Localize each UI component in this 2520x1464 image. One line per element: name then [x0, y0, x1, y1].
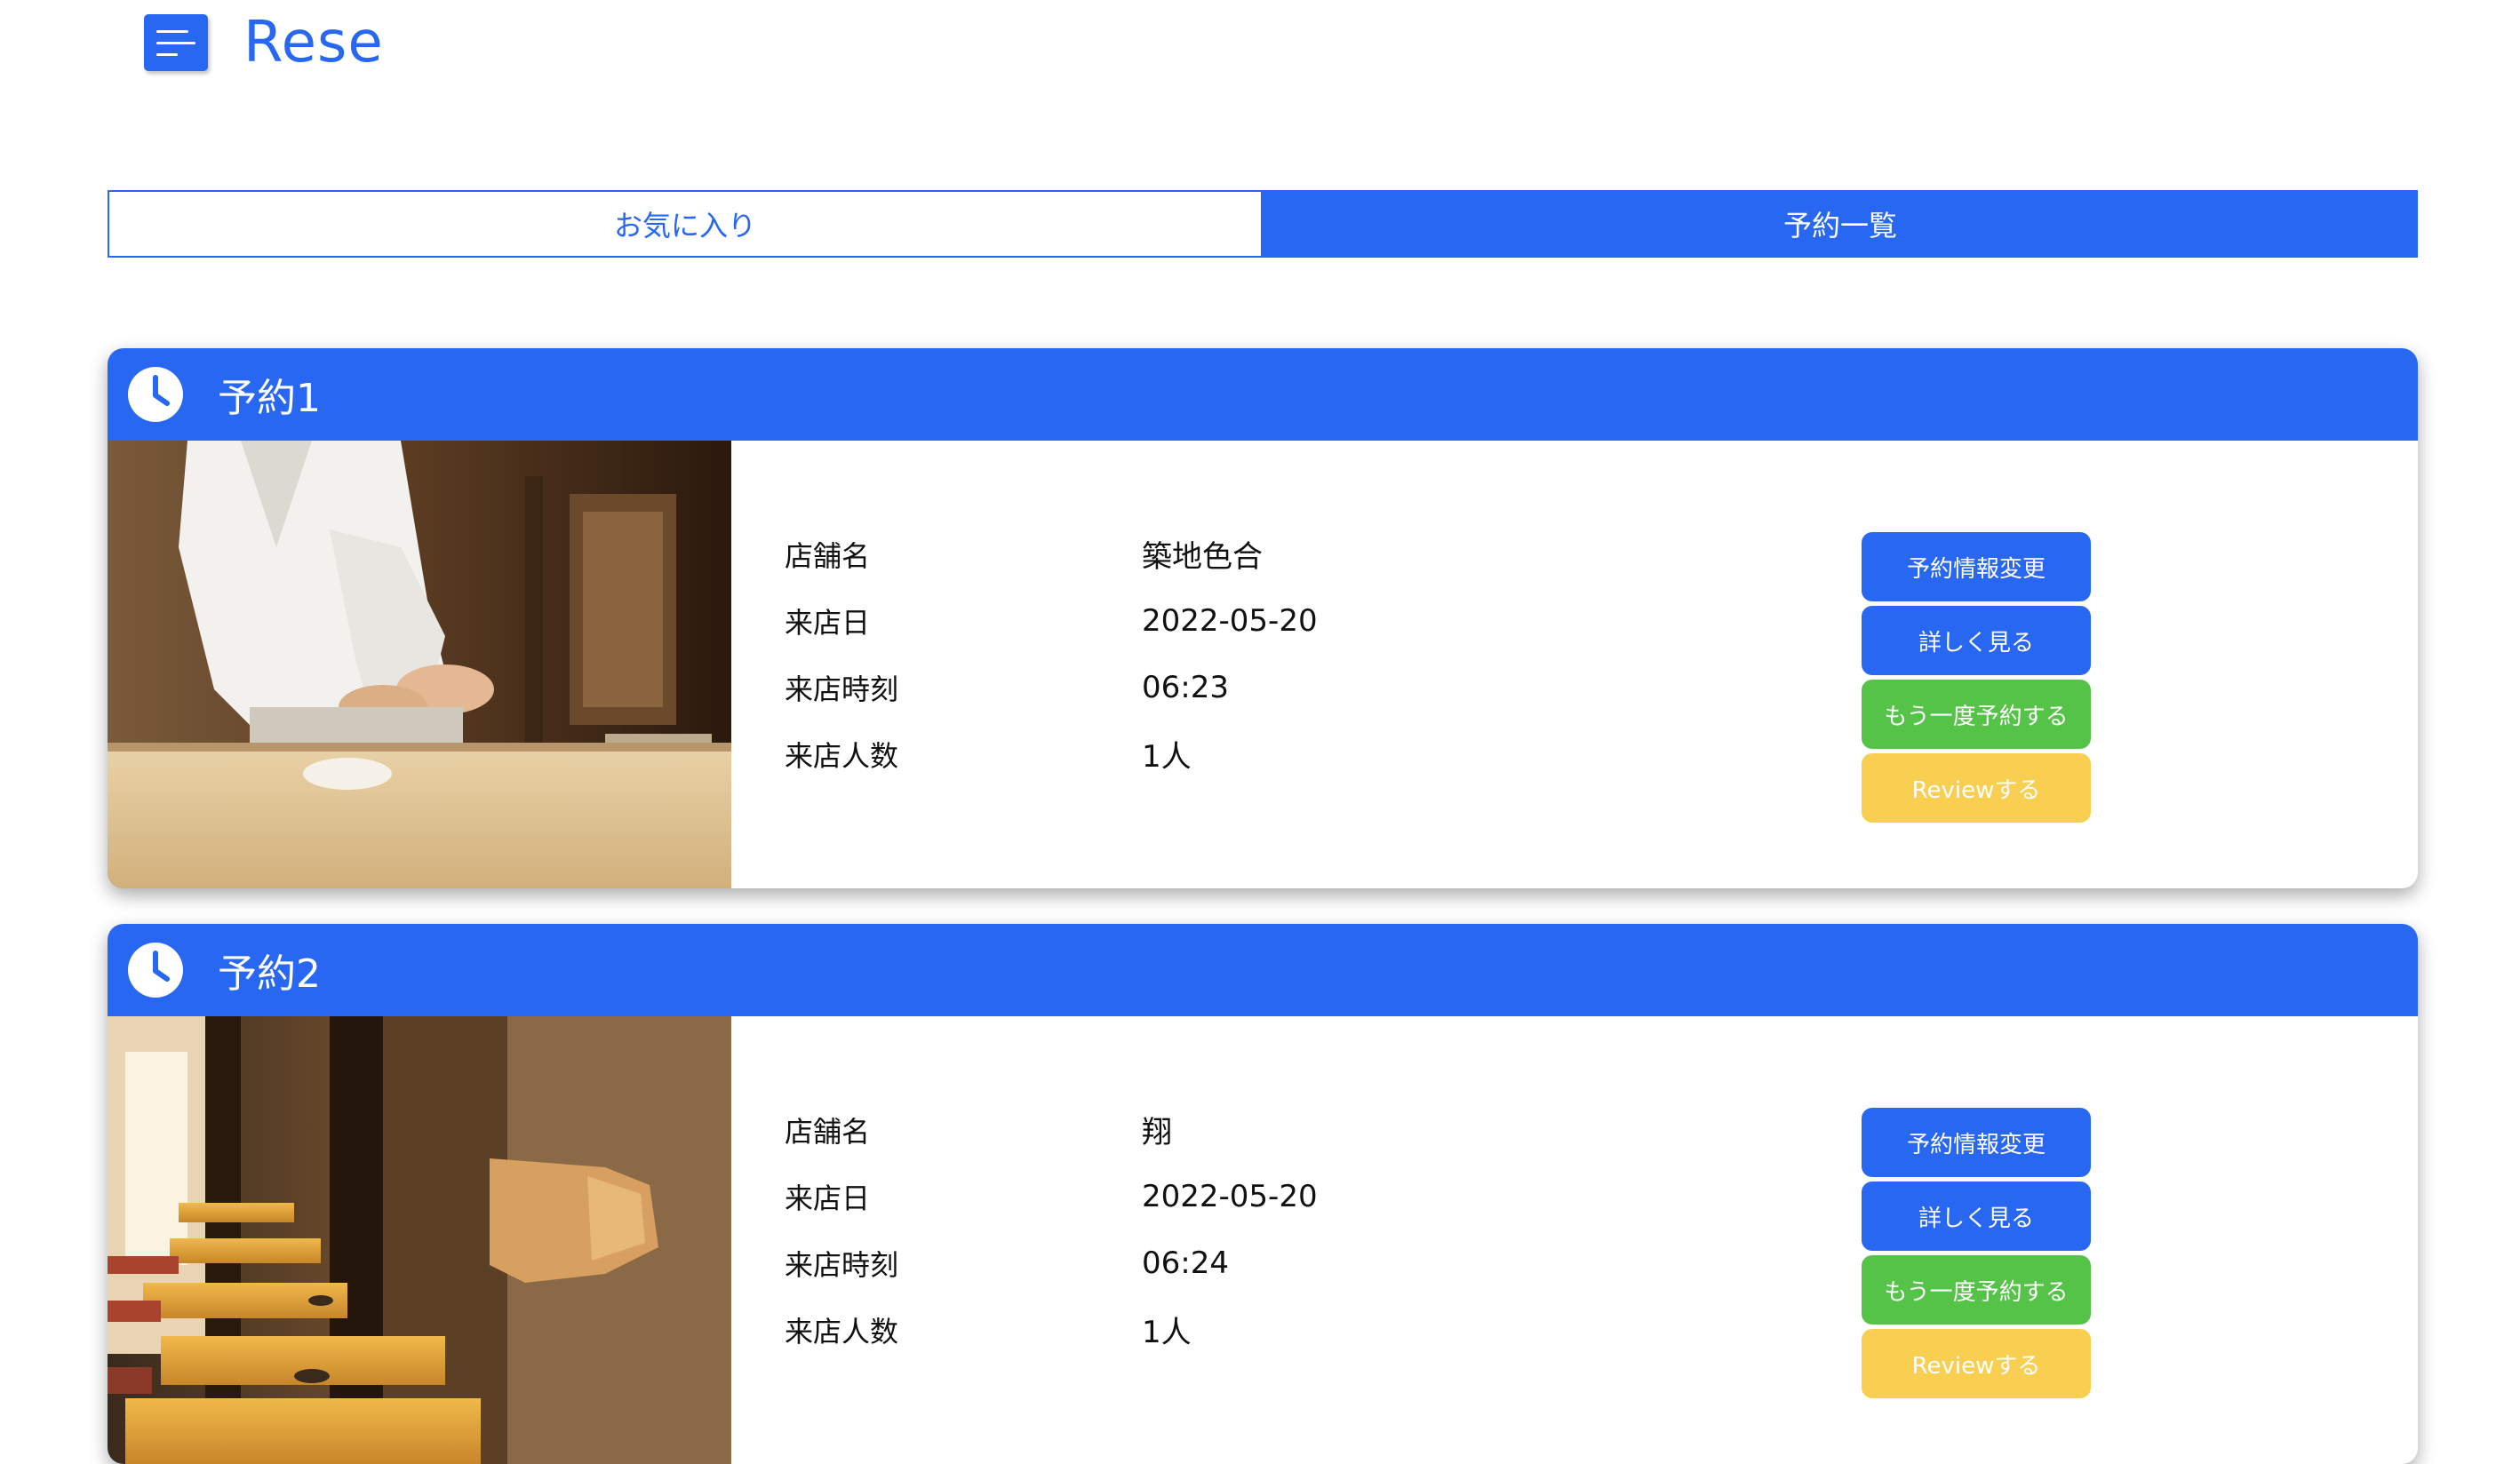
app-header: Rese: [144, 9, 384, 76]
number-label: 来店人数: [785, 1314, 899, 1349]
app-logo[interactable]: Rese: [243, 10, 384, 76]
number-row: 来店人数 1人: [785, 1296, 1318, 1363]
date-label: 来店日: [785, 1181, 871, 1215]
rebook-button[interactable]: もう一度予約する: [1862, 680, 2091, 749]
review-button[interactable]: Reviewする: [1862, 1329, 2091, 1398]
tab-reservations[interactable]: 予約一覧: [1263, 190, 2418, 258]
number-row: 来店人数 1人: [785, 720, 1318, 787]
reservation-actions: 予約情報変更 詳しく見る もう一度予約する Reviewする: [1862, 532, 2091, 827]
shop-value: 築地色合: [1142, 539, 1263, 575]
reservation-actions: 予約情報変更 詳しく見る もう一度予約する Reviewする: [1862, 1108, 2091, 1403]
reservation-card-header: 予約2: [108, 924, 2418, 1016]
shop-row: 店舗名 翔: [785, 1096, 1318, 1163]
reservation-card-header: 予約1: [108, 348, 2418, 441]
number-value: 1人: [1142, 739, 1192, 775]
change-reservation-button[interactable]: 予約情報変更: [1862, 532, 2091, 601]
shop-image: [108, 441, 731, 888]
reservation-info: 店舗名 翔 来店日 2022-05-20 来店時刻 06:24 来店人数 1人: [785, 1096, 1318, 1363]
shop-label: 店舗名: [785, 538, 871, 573]
shop-label: 店舗名: [785, 1114, 871, 1149]
time-label: 来店時刻: [785, 672, 899, 706]
review-button[interactable]: Reviewする: [1862, 753, 2091, 823]
clock-icon: [128, 943, 183, 998]
date-value: 2022-05-20: [1142, 602, 1318, 639]
time-value: 06:24: [1142, 1245, 1229, 1281]
shop-image: [108, 1016, 731, 1464]
shop-row: 店舗名 築地色合: [785, 521, 1318, 587]
date-value: 2022-05-20: [1142, 1178, 1318, 1214]
clock-icon: [128, 367, 183, 422]
time-row: 来店時刻 06:24: [785, 1229, 1318, 1296]
date-label: 来店日: [785, 605, 871, 640]
tab-bar: お気に入り 予約一覧: [108, 190, 2418, 258]
number-value: 1人: [1142, 1315, 1192, 1350]
rebook-button[interactable]: もう一度予約する: [1862, 1255, 2091, 1325]
change-reservation-button[interactable]: 予約情報変更: [1862, 1108, 2091, 1177]
date-row: 来店日 2022-05-20: [785, 1163, 1318, 1229]
reservation-info: 店舗名 築地色合 来店日 2022-05-20 来店時刻 06:23 来店人数 …: [785, 521, 1318, 787]
number-label: 来店人数: [785, 738, 899, 773]
reservation-card: 予約1 店舗名 築地色合 来店日 2022-05-20 来店時刻 06:23 来…: [108, 348, 2418, 888]
detail-button[interactable]: 詳しく見る: [1862, 1182, 2091, 1251]
shop-value: 翔: [1142, 1115, 1172, 1150]
reservation-title: 予約2: [218, 951, 321, 997]
date-row: 来店日 2022-05-20: [785, 587, 1318, 654]
reservation-card: 予約2 店舗名 翔 来店日 2022-05-20 来店時刻 06:24 来店人数…: [108, 924, 2418, 1464]
tab-favorites[interactable]: お気に入り: [108, 190, 1263, 258]
time-row: 来店時刻 06:23: [785, 654, 1318, 720]
reservation-title: 予約1: [218, 376, 321, 421]
time-value: 06:23: [1142, 669, 1229, 705]
time-label: 来店時刻: [785, 1247, 899, 1282]
detail-button[interactable]: 詳しく見る: [1862, 606, 2091, 675]
menu-icon[interactable]: [144, 14, 208, 71]
